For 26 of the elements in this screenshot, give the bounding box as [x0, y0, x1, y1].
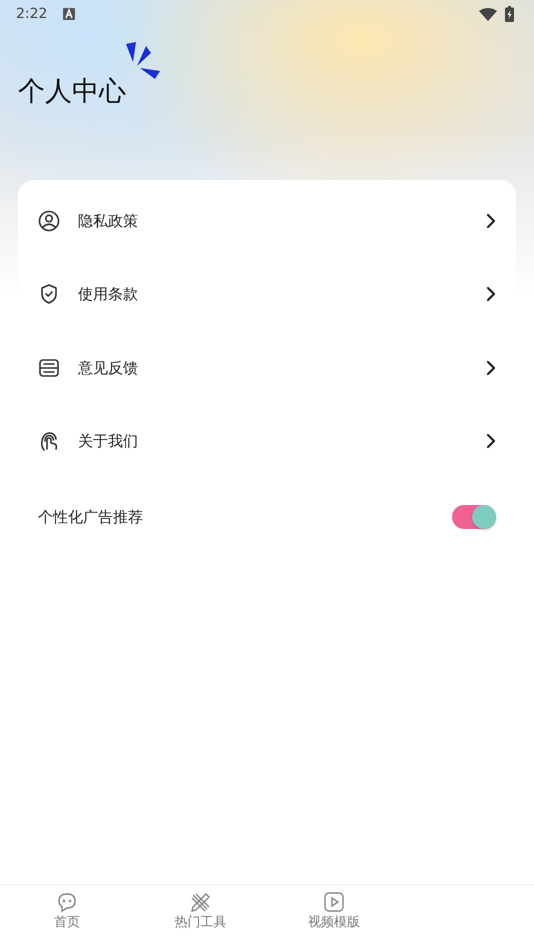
chevron-right-icon[interactable]: [486, 212, 496, 229]
chevron-right-icon[interactable]: [486, 286, 496, 302]
hand-icon: [38, 430, 60, 452]
keyboard-icon: [63, 8, 76, 20]
wifi-icon: [479, 8, 497, 20]
tab-bar-item[interactable]: 视频模版: [308, 885, 360, 950]
menu-item-label[interactable]: 使用条款: [78, 283, 138, 306]
battery-icon: [505, 6, 514, 22]
play-icon: [322, 891, 345, 913]
pencil-ruler-icon: [189, 891, 212, 913]
chevron-right-icon[interactable]: [486, 360, 496, 376]
chat-icon: [56, 891, 78, 913]
page-title: 个人中心: [18, 76, 126, 108]
toggle-switch[interactable]: [452, 504, 496, 529]
shield-check-icon: [38, 283, 60, 306]
user-icon: [38, 210, 60, 232]
setting-label: 个性化广告推荐: [38, 506, 143, 528]
tray-icon: [38, 356, 60, 379]
menu-item-label[interactable]: 隐私政策: [78, 210, 138, 232]
tab-bar-item[interactable]: 首页: [54, 885, 80, 950]
chevron-right-icon[interactable]: [486, 433, 496, 450]
menu-item-label[interactable]: 意见反馈: [78, 356, 138, 379]
status-time: 2:22: [16, 4, 48, 24]
sparkle-icon: [124, 42, 162, 82]
menu-item-label[interactable]: 关于我们: [78, 430, 138, 452]
tab-bar-item[interactable]: 热门工具: [174, 885, 226, 950]
